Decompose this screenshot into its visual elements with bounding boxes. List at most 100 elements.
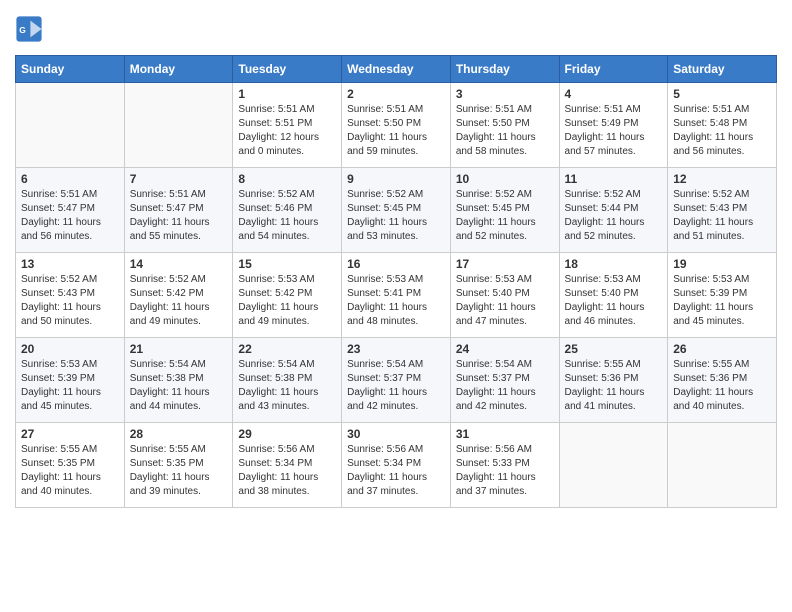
calendar-cell: 3 Sunrise: 5:51 AM Sunset: 5:50 PM Daylig… [450,83,559,168]
day-number: 20 [21,342,119,356]
weekday-header-tuesday: Tuesday [233,56,342,83]
calendar-cell: 1 Sunrise: 5:51 AM Sunset: 5:51 PM Daylig… [233,83,342,168]
calendar-cell: 18 Sunrise: 5:53 AM Sunset: 5:40 PM Dayli… [559,253,668,338]
calendar-cell: 29 Sunrise: 5:56 AM Sunset: 5:34 PM Dayli… [233,423,342,508]
day-detail: Sunrise: 5:54 AM Sunset: 5:37 PM Dayligh… [347,358,445,414]
logo: G [15,15,47,43]
calendar-cell: 19Sunrise: 5:53 AM Sunset: 5:39 PM Dayli… [668,253,777,338]
day-detail: Sunrise: 5:51 AM Sunset: 5:47 PM Dayligh… [130,188,228,244]
calendar-table: SundayMondayTuesdayWednesdayThursdayFrid… [15,55,777,508]
day-number: 11 [565,172,663,186]
day-detail: Sunrise: 5:54 AM Sunset: 5:38 PM Dayligh… [130,358,228,414]
day-detail: Sunrise: 5:56 AM Sunset: 5:34 PM Dayligh… [238,443,336,499]
day-detail: Sunrise: 5:51 AM Sunset: 5:50 PM Dayligh… [456,103,554,159]
calendar-cell: 9 Sunrise: 5:52 AM Sunset: 5:45 PM Daylig… [342,168,451,253]
day-number: 9 [347,172,445,186]
day-number: 1 [238,87,336,101]
calendar-cell: 30 Sunrise: 5:56 AM Sunset: 5:34 PM Dayli… [342,423,451,508]
day-detail: Sunrise: 5:51 AM Sunset: 5:49 PM Dayligh… [565,103,663,159]
calendar-cell: 28 Sunrise: 5:55 AM Sunset: 5:35 PM Dayli… [124,423,233,508]
day-number: 7 [130,172,228,186]
day-number: 6 [21,172,119,186]
calendar-cell: 10 Sunrise: 5:52 AM Sunset: 5:45 PM Dayli… [450,168,559,253]
calendar-cell: 23 Sunrise: 5:54 AM Sunset: 5:37 PM Dayli… [342,338,451,423]
week-row-5: 27 Sunrise: 5:55 AM Sunset: 5:35 PM Dayli… [16,423,777,508]
calendar-cell: 21 Sunrise: 5:54 AM Sunset: 5:38 PM Dayli… [124,338,233,423]
day-number: 23 [347,342,445,356]
day-detail: Sunrise: 5:54 AM Sunset: 5:37 PM Dayligh… [456,358,554,414]
weekday-header-wednesday: Wednesday [342,56,451,83]
calendar-cell: 13 Sunrise: 5:52 AM Sunset: 5:43 PM Dayli… [16,253,125,338]
day-number: 8 [238,172,336,186]
day-detail: Sunrise: 5:53 AM Sunset: 5:40 PM Dayligh… [565,273,663,329]
calendar-cell: 22 Sunrise: 5:54 AM Sunset: 5:38 PM Dayli… [233,338,342,423]
day-number: 18 [565,257,663,271]
day-detail: Sunrise: 5:51 AM Sunset: 5:51 PM Dayligh… [238,103,336,159]
calendar-cell: 5 Sunrise: 5:51 AM Sunset: 5:48 PM Daylig… [668,83,777,168]
day-number: 27 [21,427,119,441]
day-detail: Sunrise: 5:54 AM Sunset: 5:38 PM Dayligh… [238,358,336,414]
calendar-cell: 31 Sunrise: 5:56 AM Sunset: 5:33 PM Dayli… [450,423,559,508]
day-number: 10 [456,172,554,186]
day-detail: Sunrise: 5:53 AM Sunset: 5:42 PM Dayligh… [238,273,336,329]
calendar-cell: 20 Sunrise: 5:53 AM Sunset: 5:39 PM Dayli… [16,338,125,423]
day-number: 5 [673,87,771,101]
day-detail: Sunrise: 5:56 AM Sunset: 5:34 PM Dayligh… [347,443,445,499]
day-detail: Sunrise: 5:52 AM Sunset: 5:43 PM Dayligh… [673,188,771,244]
logo-icon: G [15,15,43,43]
calendar-cell: 11 Sunrise: 5:52 AM Sunset: 5:44 PM Dayli… [559,168,668,253]
day-number: 3 [456,87,554,101]
calendar-cell: 17 Sunrise: 5:53 AM Sunset: 5:40 PM Dayli… [450,253,559,338]
day-detail: Sunrise: 5:52 AM Sunset: 5:43 PM Dayligh… [21,273,119,329]
day-number: 13 [21,257,119,271]
day-detail: Sunrise: 5:52 AM Sunset: 5:46 PM Dayligh… [238,188,336,244]
day-detail: Sunrise: 5:52 AM Sunset: 5:42 PM Dayligh… [130,273,228,329]
svg-text:G: G [19,25,26,35]
weekday-header-saturday: Saturday [668,56,777,83]
calendar-cell: 15Sunrise: 5:53 AM Sunset: 5:42 PM Dayli… [233,253,342,338]
day-number: 19 [673,257,771,271]
calendar-cell [124,83,233,168]
day-number: 12 [673,172,771,186]
calendar-cell: 7 Sunrise: 5:51 AM Sunset: 5:47 PM Daylig… [124,168,233,253]
weekday-header-monday: Monday [124,56,233,83]
day-number: 24 [456,342,554,356]
page-header: G [15,15,777,43]
calendar-cell [559,423,668,508]
day-number: 25 [565,342,663,356]
day-detail: Sunrise: 5:53 AM Sunset: 5:39 PM Dayligh… [21,358,119,414]
calendar-cell: 27Sunrise: 5:55 AM Sunset: 5:35 PM Dayli… [16,423,125,508]
weekday-header-friday: Friday [559,56,668,83]
day-detail: Sunrise: 5:52 AM Sunset: 5:44 PM Dayligh… [565,188,663,244]
day-detail: Sunrise: 5:51 AM Sunset: 5:48 PM Dayligh… [673,103,771,159]
day-detail: Sunrise: 5:56 AM Sunset: 5:33 PM Dayligh… [456,443,554,499]
weekday-header-sunday: Sunday [16,56,125,83]
day-detail: Sunrise: 5:51 AM Sunset: 5:50 PM Dayligh… [347,103,445,159]
calendar-cell: 6 Sunrise: 5:51 AM Sunset: 5:47 PM Daylig… [16,168,125,253]
day-detail: Sunrise: 5:55 AM Sunset: 5:35 PM Dayligh… [130,443,228,499]
day-number: 22 [238,342,336,356]
week-row-3: 13 Sunrise: 5:52 AM Sunset: 5:43 PM Dayli… [16,253,777,338]
day-number: 17 [456,257,554,271]
day-detail: Sunrise: 5:53 AM Sunset: 5:40 PM Dayligh… [456,273,554,329]
day-number: 21 [130,342,228,356]
week-row-4: 20 Sunrise: 5:53 AM Sunset: 5:39 PM Dayli… [16,338,777,423]
day-number: 16 [347,257,445,271]
day-detail: Sunrise: 5:52 AM Sunset: 5:45 PM Dayligh… [347,188,445,244]
calendar-cell: 4 Sunrise: 5:51 AM Sunset: 5:49 PM Daylig… [559,83,668,168]
calendar-cell: 2 Sunrise: 5:51 AM Sunset: 5:50 PM Daylig… [342,83,451,168]
day-number: 30 [347,427,445,441]
day-number: 2 [347,87,445,101]
day-number: 28 [130,427,228,441]
day-detail: Sunrise: 5:53 AM Sunset: 5:41 PM Dayligh… [347,273,445,329]
day-detail: Sunrise: 5:51 AM Sunset: 5:47 PM Dayligh… [21,188,119,244]
day-number: 31 [456,427,554,441]
day-number: 4 [565,87,663,101]
day-detail: Sunrise: 5:52 AM Sunset: 5:45 PM Dayligh… [456,188,554,244]
calendar-cell: 12 Sunrise: 5:52 AM Sunset: 5:43 PM Dayli… [668,168,777,253]
day-number: 29 [238,427,336,441]
day-number: 26 [673,342,771,356]
day-detail: Sunrise: 5:55 AM Sunset: 5:36 PM Dayligh… [565,358,663,414]
calendar-cell [16,83,125,168]
week-row-2: 6 Sunrise: 5:51 AM Sunset: 5:47 PM Daylig… [16,168,777,253]
